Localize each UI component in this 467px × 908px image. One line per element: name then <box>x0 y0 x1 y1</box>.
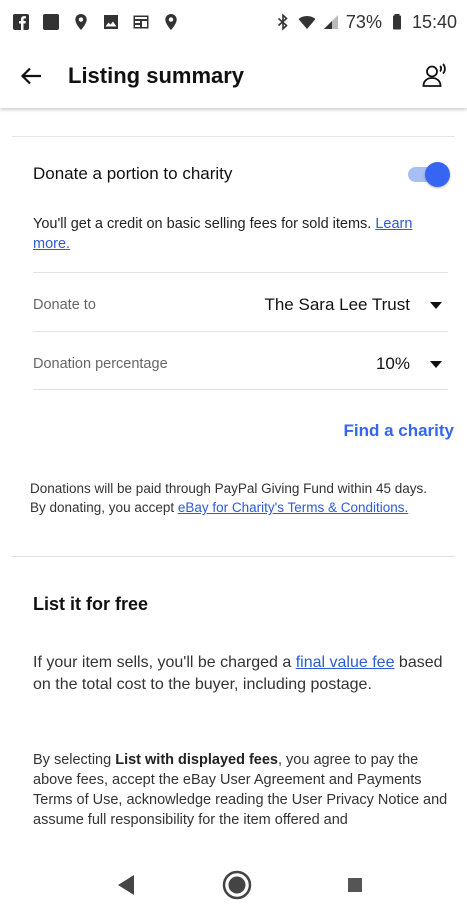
app-bar: Listing summary <box>0 44 467 108</box>
wifi-icon <box>298 13 316 31</box>
donations-note: Donations will be paid through PayPal Gi… <box>30 479 445 517</box>
account-voice-icon <box>422 63 446 87</box>
divider <box>33 272 448 273</box>
notification-icons <box>12 13 180 31</box>
battery-percent: 73% <box>345 11 382 32</box>
arrow-left-icon <box>20 67 41 85</box>
nav-recents-button[interactable] <box>347 877 363 893</box>
fee-text: If your item sells, you'll be charged a … <box>33 652 443 696</box>
battery-icon <box>388 13 406 31</box>
back-button[interactable] <box>14 58 50 94</box>
location-pin-icon <box>162 13 180 31</box>
divider <box>12 136 455 137</box>
terms-link[interactable]: eBay for Charity's Terms & Conditions. <box>178 500 408 515</box>
facebook-icon <box>12 13 30 31</box>
donation-percentage-value: 10% <box>375 354 410 373</box>
donation-percentage-row[interactable]: Donation percentage 10% <box>33 339 448 389</box>
donate-to-value: The Sara Lee Trust <box>264 295 410 314</box>
divider <box>33 389 448 390</box>
donate-toggle-row: Donate a portion to charity <box>33 159 450 189</box>
agreement-text: By selecting List with displayed fees, y… <box>33 750 448 830</box>
circle-home-icon <box>222 870 252 900</box>
donate-to-dropdown[interactable]: The Sara Lee Trust <box>264 295 448 315</box>
agreement-text-bold: List with displayed fees <box>115 752 278 768</box>
signal-icon <box>322 13 340 31</box>
app-icon <box>42 13 60 31</box>
toggle-thumb <box>425 162 450 187</box>
final-value-fee-link[interactable]: final value fee <box>296 654 395 671</box>
donate-label: Donate a portion to charity <box>33 164 233 183</box>
donate-to-row[interactable]: Donate to The Sara Lee Trust <box>33 280 448 330</box>
news-icon <box>132 13 150 31</box>
donate-to-label: Donate to <box>33 297 96 313</box>
donation-percentage-label: Donation percentage <box>33 356 168 372</box>
system-status: 73% 15:40 <box>274 12 457 33</box>
donation-percentage-dropdown[interactable]: 10% <box>376 354 448 374</box>
account-button[interactable] <box>417 58 453 94</box>
status-bar: 73% 15:40 <box>0 0 467 44</box>
nav-home-button[interactable] <box>222 870 252 900</box>
square-recents-icon <box>348 878 362 892</box>
section-divider <box>12 556 455 557</box>
agreement-text-before: By selecting <box>33 752 116 768</box>
dropdown-caret-icon <box>430 301 442 309</box>
triangle-back-icon <box>118 875 134 895</box>
nav-back-button[interactable] <box>116 874 136 896</box>
fee-text-before: If your item sells, you'll be charged a <box>33 654 296 671</box>
dropdown-caret-icon <box>430 360 442 368</box>
location-pin-icon <box>72 13 90 31</box>
credit-text-body: You'll get a credit on basic selling fee… <box>33 216 376 232</box>
donate-toggle[interactable] <box>406 162 450 187</box>
page-title: Listing summary <box>68 63 245 88</box>
list-free-title: List it for free <box>33 594 149 614</box>
find-charity-link[interactable]: Find a charity <box>343 421 454 441</box>
bluetooth-icon <box>274 13 292 31</box>
system-nav-bar <box>0 862 467 908</box>
image-icon <box>102 13 120 31</box>
clock: 15:40 <box>411 11 457 32</box>
credit-text: You'll get a credit on basic selling fee… <box>33 214 445 254</box>
divider <box>33 331 448 332</box>
